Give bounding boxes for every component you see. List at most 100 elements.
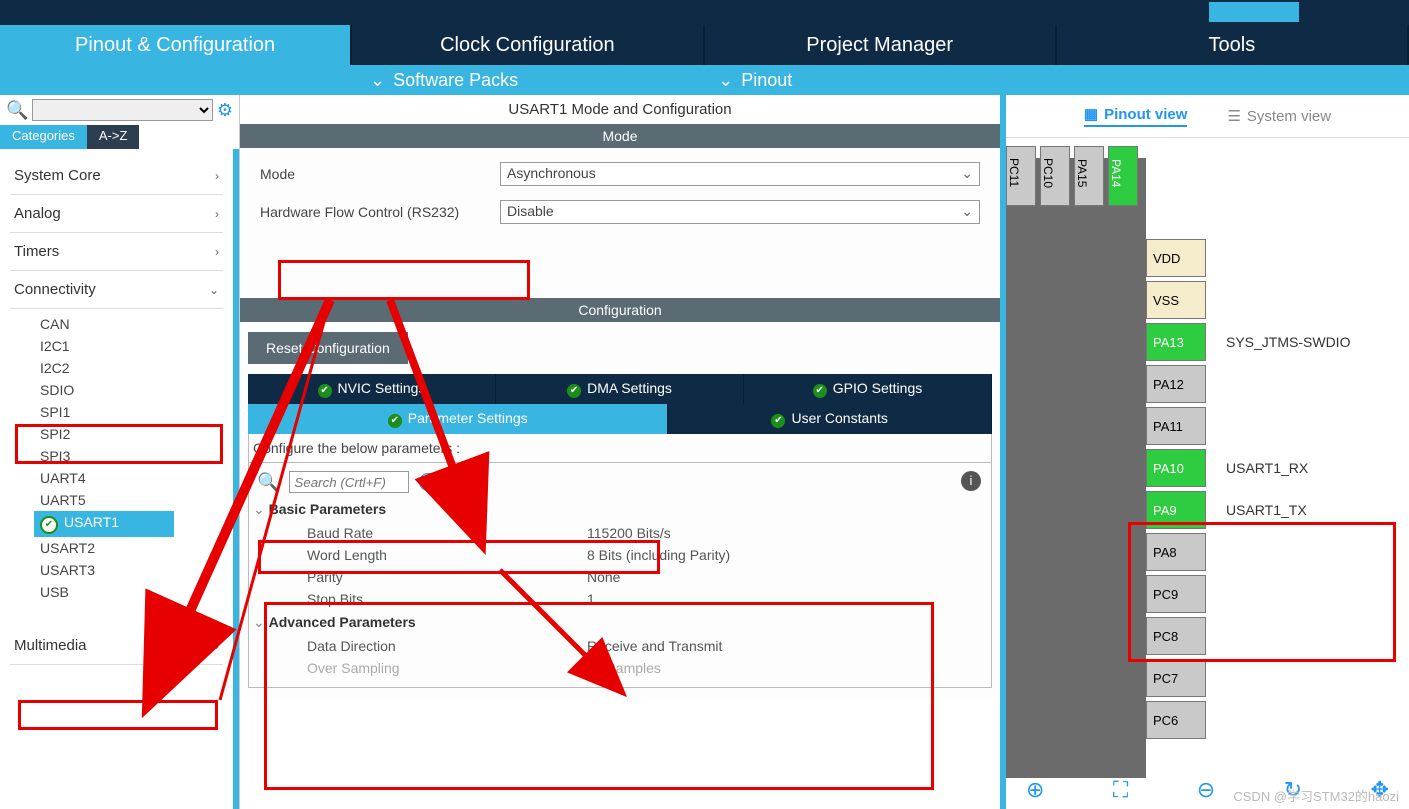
chip-icon: ▦ [1084, 105, 1098, 123]
pin-pc6[interactable]: PC6 [1146, 701, 1206, 739]
pin-pa14[interactable]: PA14 [1108, 146, 1138, 206]
fit-screen-icon[interactable]: ⛶ [1113, 777, 1128, 803]
tab-nvic-settings[interactable]: ✔NVIC Settings [248, 374, 496, 404]
software-packs-menu[interactable]: Software Packs [393, 70, 518, 91]
item-i2c1[interactable]: I2C1 [40, 335, 223, 357]
check-icon: ✔ [813, 384, 827, 398]
search-icon[interactable]: 🔍 [6, 100, 28, 121]
pin-pa15[interactable]: PA15 [1074, 146, 1104, 206]
connectivity-items: CAN I2C1 I2C2 SDIO SPI1 SPI2 SPI3 UART4 … [10, 309, 223, 607]
mode-header: Mode [240, 124, 1000, 148]
chevron-down-icon: ⌄ [209, 283, 219, 297]
tab-clock-config[interactable]: Clock Configuration [352, 25, 704, 65]
prev-result-icon[interactable]: ‹ [419, 473, 437, 491]
item-can[interactable]: CAN [40, 313, 223, 335]
parameter-search-input[interactable] [289, 471, 409, 493]
reset-config-button[interactable]: Reset Configuration [248, 332, 408, 364]
pin-pa10[interactable]: PA10 [1146, 449, 1206, 487]
pin-pa8[interactable]: PA8 [1146, 533, 1206, 571]
side-pin-column: VDD VSS PA13SYS_JTMS-SWDIO PA12 PA11 PA1… [1146, 238, 1350, 742]
chevron-down-icon: ⌄ [370, 70, 385, 91]
item-usart1[interactable]: USART1 [34, 511, 174, 537]
param-stop-bits[interactable]: Stop Bits1 [257, 588, 983, 610]
mode-label: Mode [260, 166, 500, 182]
tab-user-constants[interactable]: ✔User Constants [668, 404, 992, 434]
pin-pc7[interactable]: PC7 [1146, 659, 1206, 697]
pin-pc8[interactable]: PC8 [1146, 617, 1206, 655]
tab-parameter-settings[interactable]: ✔Parameter Settings [248, 404, 668, 434]
item-sdio[interactable]: SDIO [40, 379, 223, 401]
zoom-out-icon[interactable]: ⊖ [1197, 777, 1215, 803]
pin-pc9[interactable]: PC9 [1146, 575, 1206, 613]
chevron-right-icon: › [215, 169, 219, 183]
watermark: CSDN @学习STM32的haozi [1233, 786, 1399, 805]
gear-icon[interactable]: ⚙ [217, 100, 233, 121]
pin-pc10[interactable]: PC10 [1040, 146, 1070, 206]
group-system-core[interactable]: System Core› [10, 157, 223, 195]
titlebar-accent [1209, 2, 1299, 22]
check-icon: ✔ [318, 384, 332, 398]
item-spi2[interactable]: SPI2 [40, 423, 223, 445]
item-usb[interactable]: USB [40, 581, 223, 603]
top-pin-row: PC11 PC10 PA15 PA14 [1006, 146, 1138, 206]
tab-pinout-config[interactable]: Pinout & Configuration [0, 25, 352, 65]
group-connectivity[interactable]: Connectivity⌄ [10, 271, 223, 309]
check-icon: ✔ [771, 414, 785, 428]
pin-pa11[interactable]: PA11 [1146, 407, 1206, 445]
group-multimedia[interactable]: Multimedia› [10, 627, 223, 665]
tab-system-view[interactable]: ☰System view [1227, 105, 1331, 127]
param-baud-rate[interactable]: Baud Rate115200 Bits/s [257, 522, 983, 544]
item-i2c2[interactable]: I2C2 [40, 357, 223, 379]
center-panel: USART1 Mode and Configuration Mode Mode … [240, 95, 1000, 809]
chevron-right-icon: › [215, 207, 219, 221]
mode-select[interactable]: Asynchronous [500, 162, 980, 186]
list-icon: ☰ [1227, 107, 1240, 125]
item-usart3[interactable]: USART3 [40, 559, 223, 581]
config-hint: Configure the below parameters : [248, 434, 992, 463]
item-spi3[interactable]: SPI3 [40, 445, 223, 467]
pin-fn: USART1_RX [1226, 460, 1308, 476]
hwflow-label: Hardware Flow Control (RS232) [260, 204, 500, 220]
pin-vss[interactable]: VSS [1146, 281, 1206, 319]
peripheral-search-select[interactable] [32, 99, 212, 121]
item-usart2[interactable]: USART2 [40, 537, 223, 559]
window-titlebar [0, 0, 1409, 25]
info-icon[interactable]: i [961, 471, 981, 491]
tab-gpio-settings[interactable]: ✔GPIO Settings [744, 374, 992, 404]
advanced-params-title[interactable]: Advanced Parameters [267, 614, 983, 631]
search-icon[interactable]: 🔍 [257, 472, 279, 493]
pin-vdd[interactable]: VDD [1146, 239, 1206, 277]
chevron-down-icon: ⌄ [718, 70, 733, 91]
item-uart5[interactable]: UART5 [40, 489, 223, 511]
pinout-menu[interactable]: Pinout [741, 70, 792, 91]
param-data-direction[interactable]: Data DirectionReceive and Transmit [257, 635, 983, 657]
pin-pa13[interactable]: PA13 [1146, 323, 1206, 361]
parameter-box: 🔍 ‹ › i Basic Parameters Baud Rate115200… [248, 463, 992, 688]
param-parity[interactable]: ParityNone [257, 566, 983, 588]
peripheral-title: USART1 Mode and Configuration [240, 95, 1000, 124]
left-panel: 🔍 ⚙ Categories A->Z System Core› Analog›… [0, 95, 240, 809]
group-timers[interactable]: Timers› [10, 233, 223, 271]
tab-categories[interactable]: Categories [0, 125, 87, 149]
tab-pinout-view[interactable]: ▦Pinout view [1084, 105, 1188, 127]
pin-pc11[interactable]: PC11 [1006, 146, 1036, 206]
next-result-icon[interactable]: › [447, 473, 465, 491]
pin-pa9[interactable]: PA9 [1146, 491, 1206, 529]
chevron-right-icon: › [215, 639, 219, 653]
group-analog[interactable]: Analog› [10, 195, 223, 233]
tab-dma-settings[interactable]: ✔DMA Settings [496, 374, 744, 404]
basic-params-title[interactable]: Basic Parameters [267, 501, 983, 518]
main-tabs: Pinout & Configuration Clock Configurati… [0, 25, 1409, 65]
right-panel: ▦Pinout view ☰System view PC11 PC10 PA15… [1000, 95, 1409, 809]
tab-project-manager[interactable]: Project Manager [705, 25, 1057, 65]
pin-pa12[interactable]: PA12 [1146, 365, 1206, 403]
tab-tools[interactable]: Tools [1057, 25, 1409, 65]
chip-canvas[interactable]: PC11 PC10 PA15 PA14 VDD VSS PA13SYS_JTMS… [1006, 138, 1409, 809]
param-word-length[interactable]: Word Length8 Bits (including Parity) [257, 544, 983, 566]
hwflow-select[interactable]: Disable [500, 200, 980, 224]
zoom-in-icon[interactable]: ⊕ [1026, 777, 1044, 803]
item-spi1[interactable]: SPI1 [40, 401, 223, 423]
category-list[interactable]: System Core› Analog› Timers› Connectivit… [0, 149, 239, 809]
tab-a-to-z[interactable]: A->Z [87, 125, 140, 149]
item-uart4[interactable]: UART4 [40, 467, 223, 489]
